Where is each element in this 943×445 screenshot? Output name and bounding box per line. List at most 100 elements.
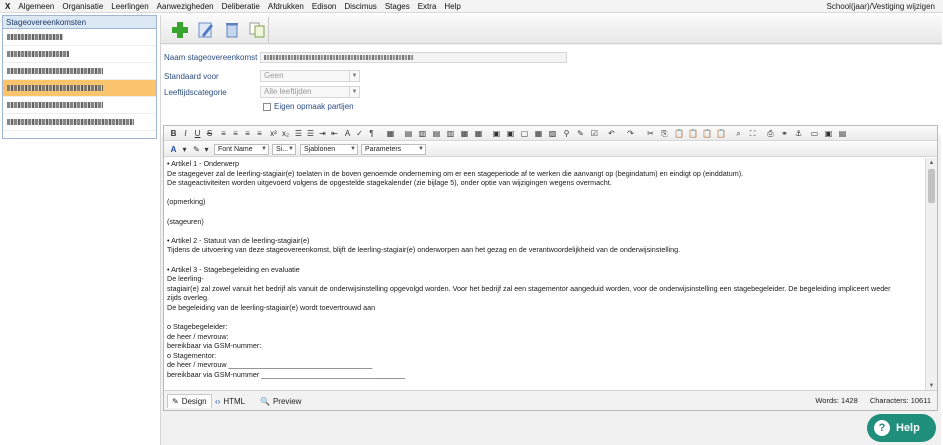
spellcheck-icon[interactable]: ✓ (355, 129, 364, 138)
save-icon[interactable]: ▣ (824, 129, 833, 138)
list-item[interactable] (3, 63, 156, 80)
menu-edison[interactable]: Edison (308, 0, 340, 13)
merge-cells-icon[interactable]: ▦ (460, 129, 469, 138)
scroll-up-icon[interactable]: ▲ (926, 158, 937, 168)
font-color-icon[interactable]: A (169, 145, 178, 154)
copy-button[interactable] (247, 20, 267, 40)
ordered-list-icon[interactable]: ☰ (294, 129, 303, 138)
italic-icon[interactable]: I (181, 129, 190, 138)
tab-preview[interactable]: 🔍 Preview (256, 394, 305, 408)
grid-icon[interactable]: ▦ (534, 129, 543, 138)
menu-afdrukken[interactable]: Afdrukken (264, 0, 308, 13)
align-right-icon[interactable]: ≡ (243, 129, 252, 138)
hyperlink-icon[interactable]: ⚭ (780, 129, 789, 138)
paste-icon[interactable]: 📋 (674, 129, 684, 138)
delete-column-icon[interactable]: ▥ (446, 129, 455, 138)
close-menu-button[interactable]: X (0, 0, 14, 13)
menu-organisatie[interactable]: Organisatie (58, 0, 107, 13)
editor-line: de heer / mevrouw: (167, 331, 229, 341)
templates-select[interactable]: Sjablonen ▼ (300, 144, 358, 155)
checkbox-box[interactable] (263, 102, 271, 111)
paste-text-icon[interactable]: 📋 (688, 129, 698, 138)
undo-icon[interactable]: ↶ (607, 129, 616, 138)
insert-column-icon[interactable]: ▥ (418, 129, 427, 138)
tab-design[interactable]: ✎ Design (167, 394, 212, 408)
editor-content[interactable]: • Artikel 1 - Onderwerp De stagegever zal… (164, 158, 924, 391)
edit-button[interactable] (196, 20, 216, 40)
bold-icon[interactable]: B (169, 129, 178, 138)
redo-icon[interactable]: ↷ (626, 129, 635, 138)
cut-icon[interactable]: ✂ (646, 129, 655, 138)
help-button[interactable]: ? Help (867, 414, 936, 442)
align-center-icon[interactable]: ≡ (231, 129, 240, 138)
name-input[interactable] (260, 52, 567, 63)
paste-word-icon[interactable]: 📋 (702, 129, 712, 138)
editor-line: De stageactiviteiten worden uitgevoerd v… (167, 178, 612, 188)
font-size-select[interactable]: Si... ▼ (272, 144, 296, 155)
select-all-icon[interactable]: ⛶ (748, 129, 757, 138)
insert-row-icon[interactable]: ▤ (404, 129, 413, 138)
change-school-link[interactable]: School(jaar)/Vestiging wijzigen (827, 2, 943, 11)
align-left-icon[interactable]: ≡ (219, 129, 228, 138)
help-icon[interactable]: ▤ (838, 129, 847, 138)
table-properties-icon[interactable]: ▣ (506, 129, 515, 138)
anchor-icon[interactable]: ⚓ (794, 129, 803, 138)
add-button[interactable] (170, 20, 190, 40)
agreements-list-title: Stageovereenkomsten (3, 16, 156, 29)
menu-extra[interactable]: Extra (414, 0, 441, 13)
copy-icon[interactable]: ⎘ (660, 129, 669, 138)
find-icon[interactable]: ⌕ (734, 129, 743, 138)
format-clear-icon[interactable]: A (343, 129, 352, 138)
menu-leerlingen[interactable]: Leerlingen (107, 0, 152, 13)
border-icon[interactable]: ▢ (520, 129, 529, 138)
list-item[interactable] (3, 46, 156, 63)
outdent-icon[interactable]: ⇤ (330, 129, 339, 138)
list-item-selected[interactable] (3, 80, 156, 97)
editor-scrollbar[interactable]: ▲ ▼ (925, 158, 937, 391)
split-cell-icon[interactable]: ▦ (474, 129, 483, 138)
image-icon[interactable]: ▨ (548, 129, 557, 138)
menu-aanwezigheden[interactable]: Aanwezigheden (153, 0, 218, 13)
menu-stages[interactable]: Stages (381, 0, 414, 13)
menu-deliberatie[interactable]: Deliberatie (218, 0, 264, 13)
parameters-select[interactable]: Parameters ▼ (361, 144, 426, 155)
edit-icon[interactable]: ✎ (576, 129, 585, 138)
unordered-list-icon[interactable]: ☰ (306, 129, 315, 138)
menu-help[interactable]: Help (440, 0, 464, 13)
indent-icon[interactable]: ⇥ (318, 129, 327, 138)
age-category-select[interactable]: Alle leeftijden ▼ (260, 86, 360, 98)
link-icon[interactable]: ⚲ (562, 129, 571, 138)
scroll-thumb[interactable] (928, 169, 935, 203)
chevron-down-icon[interactable]: ▾ (180, 145, 189, 154)
trash-icon (226, 23, 238, 38)
delete-row-icon[interactable]: ▤ (432, 129, 441, 138)
cell-properties-icon[interactable]: ▣ (492, 129, 501, 138)
list-item[interactable] (3, 97, 156, 114)
paste-html-icon[interactable]: 📋 (716, 129, 726, 138)
strikethrough-icon[interactable]: S (205, 129, 214, 138)
form-icon[interactable]: ▭ (810, 129, 819, 138)
delete-button[interactable] (222, 20, 242, 40)
pencil-icon (198, 22, 213, 38)
editor-stats: Words: 1428 Characters: 10611 (805, 396, 931, 405)
align-justify-icon[interactable]: ≡ (255, 129, 264, 138)
underline-icon[interactable]: U (193, 129, 202, 138)
subscript-icon[interactable]: x₂ (281, 129, 290, 138)
list-item[interactable] (3, 29, 156, 46)
rich-text-editor: B I U S ≡ ≡ ≡ ≡ x² x₂ ☰ ☰ ⇥ ⇤ A ✓ ¶ ▦ ▤ … (163, 125, 938, 411)
check-icon[interactable]: ☑ (590, 129, 599, 138)
font-name-select[interactable]: Font Name ▼ (214, 144, 269, 155)
standard-select[interactable]: Geen ▼ (260, 70, 360, 82)
menu-discimus[interactable]: Discimus (340, 0, 380, 13)
own-layout-checkbox[interactable]: Eigen opmaak partijen (263, 102, 354, 111)
print-icon[interactable]: ⎙ (766, 129, 775, 138)
list-item[interactable] (3, 114, 156, 131)
tab-html[interactable]: ‹› HTML (211, 394, 249, 408)
menu-algemeen[interactable]: Algemeen (14, 0, 58, 13)
paragraph-icon[interactable]: ¶ (367, 129, 376, 138)
highlight-icon[interactable]: ✎ (192, 145, 201, 154)
editor-toolbar-2: A ▾ ✎ ▾ Font Name ▼ Si... ▼ Sjablonen ▼ Par… (164, 142, 937, 157)
table-icon[interactable]: ▦ (386, 129, 395, 138)
chevron-down-icon[interactable]: ▾ (202, 145, 211, 154)
superscript-icon[interactable]: x² (269, 129, 278, 138)
